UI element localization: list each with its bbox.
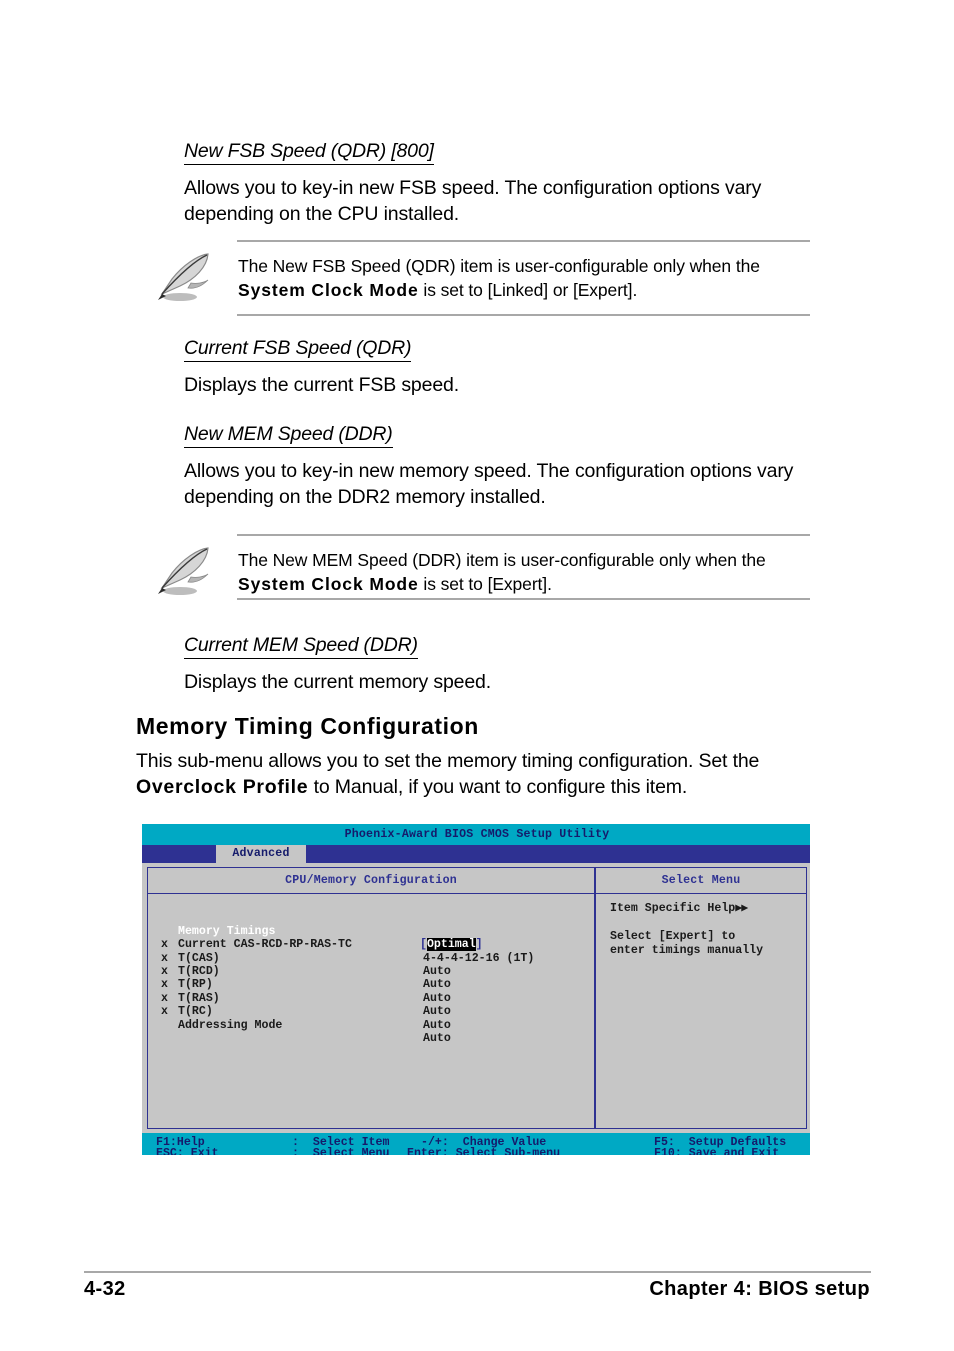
bios-help-title: Item Specific Help▶▶ — [610, 902, 748, 915]
bios-option-row[interactable]: x Addressing Mode Auto — [148, 992, 594, 1045]
note-text-new-fsb: The New FSB Speed (QDR) item is user-con… — [238, 254, 810, 302]
bios-option-value: Auto — [423, 1031, 451, 1045]
bios-key-legend: F1:Help ESC: Exit : Select Item : Select… — [142, 1133, 810, 1155]
section-title-memory-timing: Memory Timing Configuration — [136, 713, 479, 739]
bios-option-row[interactable]: x T(RP) Auto — [148, 952, 594, 1005]
bios-help-text: Select [Expert] to enter timings manuall… — [610, 930, 763, 958]
section-body-memory-timing: This sub-menu allows you to set the memo… — [136, 748, 808, 800]
bios-option-row[interactable]: Memory Timings [Optimal] — [148, 898, 594, 952]
bios-right-panel: Select Menu Item Specific Help▶▶ Select … — [595, 867, 807, 1129]
bios-option-row[interactable]: x T(RC) Auto — [148, 978, 594, 1032]
double-chevron-right-icon: ▶▶ — [735, 902, 748, 915]
note-divider-bottom — [237, 314, 810, 316]
note-box-new-mem: The New MEM Speed (DDR) item is user-con… — [142, 534, 810, 600]
bios-left-panel-title: CPU/Memory Configuration — [148, 868, 594, 894]
bios-option-row[interactable]: x T(CAS) Auto — [148, 925, 594, 978]
bios-help-line2: enter timings manually — [610, 944, 764, 957]
bios-option-list: Memory Timings [Optimal] Current CAS-RCD… — [148, 898, 594, 1045]
bios-setup-screenshot: Phoenix-Award BIOS CMOS Setup Utility Ad… — [140, 824, 810, 1155]
bios-help-line1: Select [Expert] to — [610, 930, 736, 943]
body-current-fsb-speed: Displays the current FSB speed. — [184, 374, 459, 396]
heading-new-fsb-speed: New FSB Speed (QDR) [800] — [184, 140, 434, 165]
bios-option-label: Addressing Mode — [178, 1018, 283, 1032]
legend-esc-exit: ESC: Exit — [156, 1147, 219, 1155]
note-text-before: The New FSB Speed (QDR) item is user-con… — [238, 256, 760, 276]
bios-body: CPU/Memory Configuration Memory Timings … — [142, 863, 810, 1133]
heading-current-mem-speed-text: Current MEM Speed (DDR) — [184, 634, 418, 659]
heading-new-fsb-speed-text: New FSB Speed (QDR) [800] — [184, 140, 434, 165]
bios-option-value: Auto — [423, 1018, 451, 1032]
bios-tab-advanced[interactable]: Advanced — [216, 845, 306, 863]
legend-select-submenu: Enter: Select Sub-menu — [407, 1147, 561, 1155]
section-body-before: This sub-menu allows you to set the memo… — [136, 750, 760, 772]
section-body-after: to Manual, if you want to configure this… — [308, 776, 688, 798]
bios-help-title-text: Item Specific Help — [610, 902, 736, 915]
quill-note-icon — [158, 547, 209, 595]
section-body-bold: Overclock Profile — [136, 776, 309, 798]
bios-option-row[interactable]: x T(RCD) Auto — [148, 938, 594, 992]
bios-menu-bar: Advanced — [142, 845, 810, 863]
bios-title: Phoenix-Award BIOS CMOS Setup Utility — [142, 824, 810, 845]
note-text-after: is set to [Expert]. — [418, 574, 552, 594]
note-divider-top — [237, 240, 810, 242]
heading-new-mem-speed-text: New MEM Speed (DDR) — [184, 423, 393, 448]
heading-current-fsb-speed: Current FSB Speed (QDR) — [184, 337, 412, 362]
document-page: New FSB Speed (QDR) [800] Allows you to … — [0, 0, 954, 1351]
note-text-after: is set to [Linked] or [Expert]. — [418, 280, 638, 300]
bios-option-row[interactable]: Current CAS-RCD-RP-RAS-TC 4-4-4-12-16 (1… — [148, 911, 594, 964]
quill-note-icon — [158, 253, 209, 301]
note-divider-bottom — [237, 598, 810, 600]
legend-save-and-exit: F10: Save and Exit — [654, 1147, 780, 1155]
page-number: 4-32 — [84, 1278, 126, 1300]
heading-current-mem-speed: Current MEM Speed (DDR) — [184, 634, 418, 659]
bios-option-value: Auto — [423, 1005, 451, 1019]
note-text-new-mem: The New MEM Speed (DDR) item is user-con… — [238, 548, 810, 596]
bios-left-panel: CPU/Memory Configuration Memory Timings … — [147, 867, 595, 1129]
body-current-mem-speed: Displays the current memory speed. — [184, 671, 492, 693]
note-text-bold: System Clock Mode — [238, 280, 419, 300]
note-divider-top — [237, 534, 810, 536]
note-box-new-fsb: The New FSB Speed (QDR) item is user-con… — [142, 240, 810, 316]
note-text-bold: System Clock Mode — [238, 574, 419, 594]
heading-new-mem-speed: New MEM Speed (DDR) — [184, 423, 393, 448]
bios-option-mark: x — [161, 1005, 168, 1019]
body-new-fsb-speed: Allows you to key-in new FSB speed. The … — [184, 177, 762, 225]
bios-right-panel-title: Select Menu — [596, 868, 806, 894]
note-text-before: The New MEM Speed (DDR) item is user-con… — [238, 550, 766, 570]
footer-divider — [84, 1271, 871, 1273]
legend-select-menu: : Select Menu — [292, 1147, 390, 1155]
footer-chapter-label: Chapter 4: BIOS setup — [649, 1278, 870, 1300]
heading-current-fsb-speed-text: Current FSB Speed (QDR) — [184, 337, 412, 362]
bios-option-row[interactable]: x T(RAS) Auto — [148, 965, 594, 1018]
body-new-mem-speed: Allows you to key-in new memory speed. T… — [184, 460, 794, 508]
